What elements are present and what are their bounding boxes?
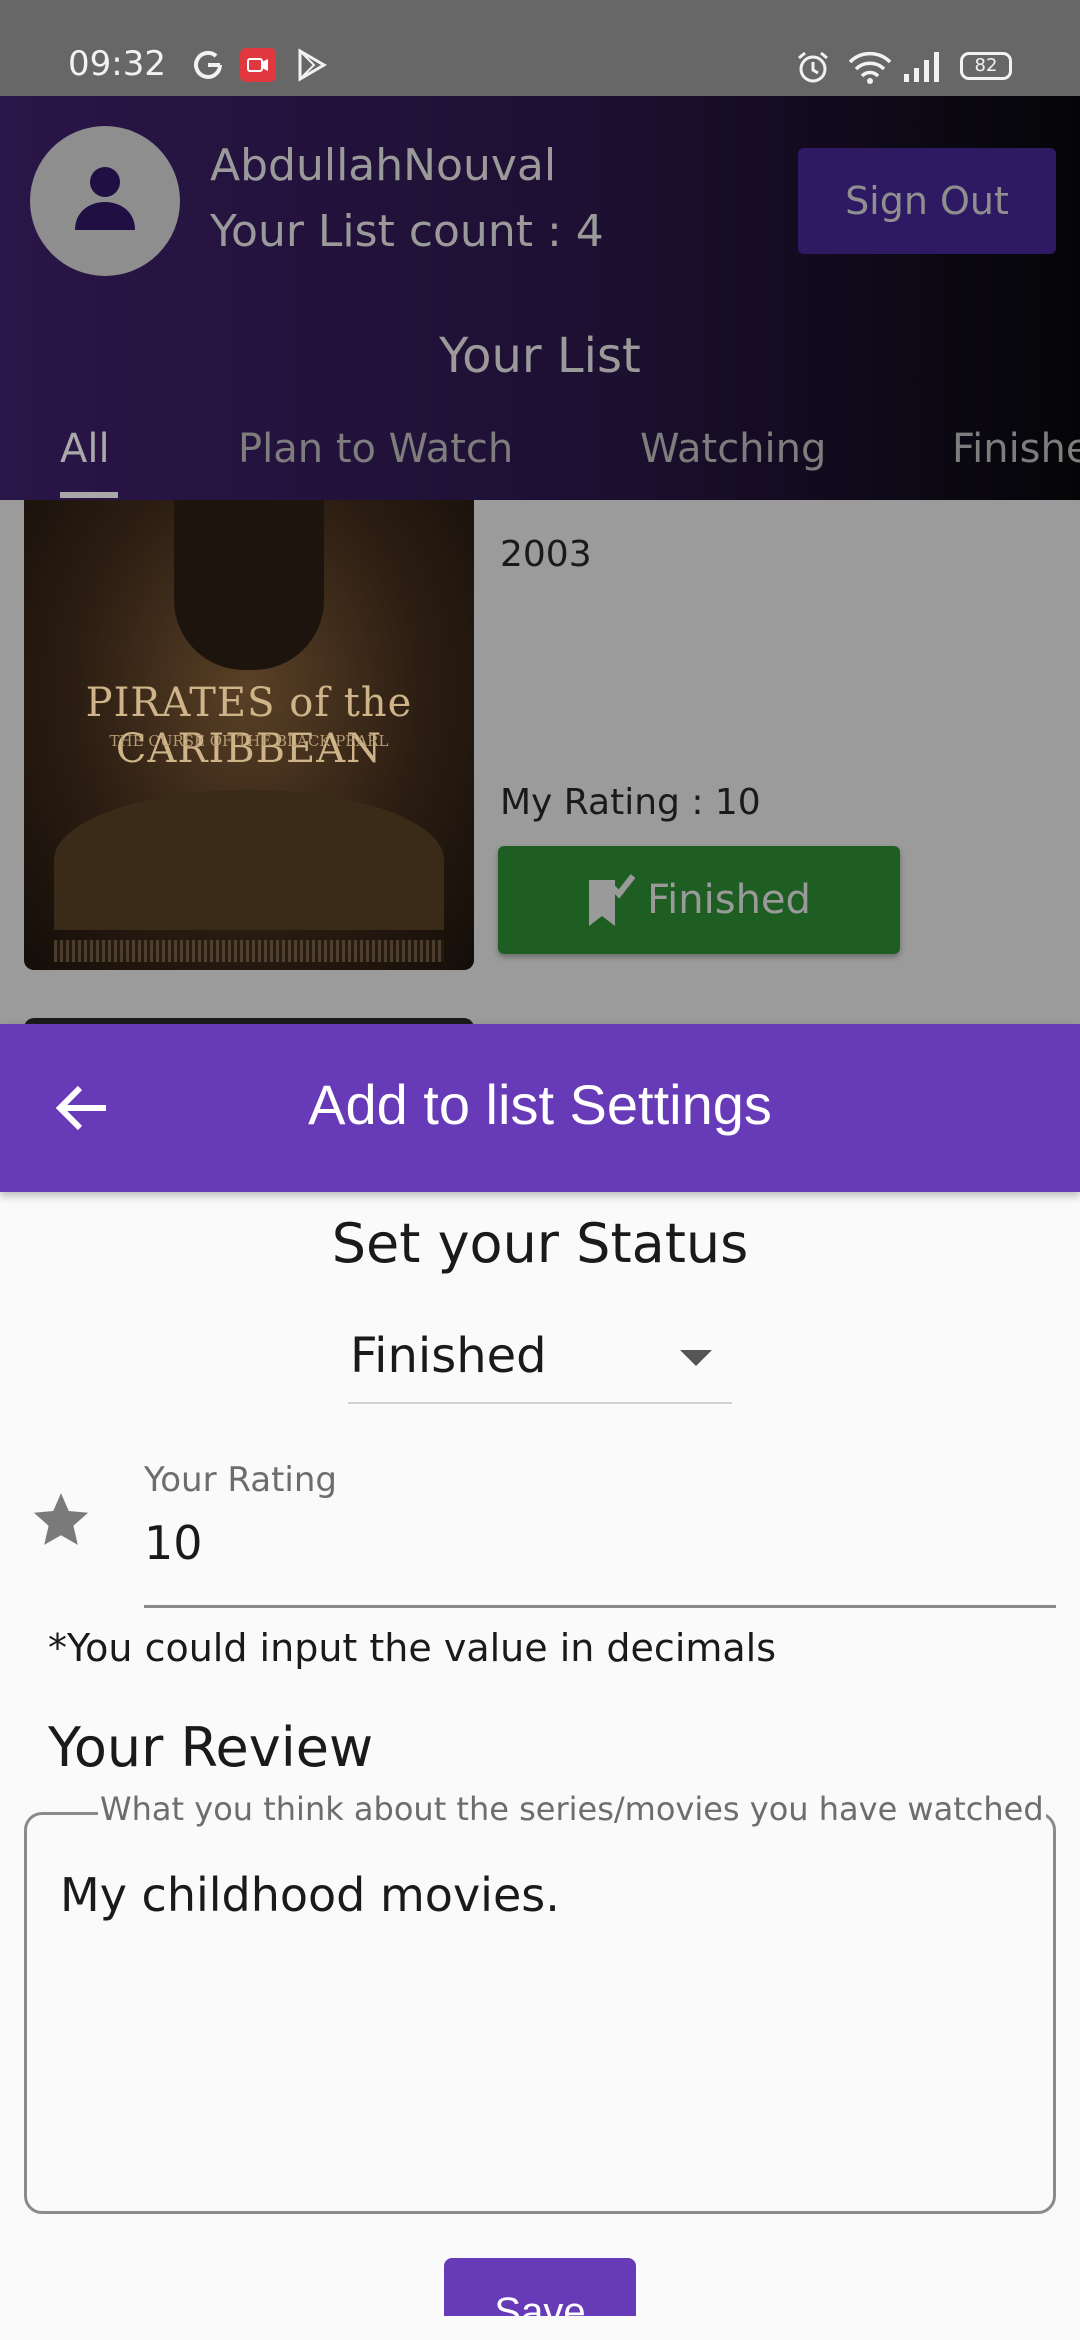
- bottom-edge: [0, 2316, 1080, 2340]
- review-field-label: What you think about the series/movies y…: [98, 1790, 1046, 1828]
- movie-poster[interactable]: PIRATES of the CARIBBEAN THE CURSE OF TH…: [24, 500, 474, 970]
- star-icon: [33, 1493, 89, 1545]
- status-label: Set your Status: [331, 1212, 749, 1275]
- battery-indicator: 82: [960, 52, 1012, 80]
- google-icon: [194, 50, 222, 79]
- status-button-label: Finished: [647, 877, 811, 923]
- review-text: My childhood movies.: [60, 1868, 560, 1922]
- poster-title: PIRATES of the CARIBBEAN: [85, 680, 413, 772]
- rating-value: 10: [144, 1516, 203, 1570]
- alarm-icon: [798, 51, 828, 83]
- movie-year: 2003: [500, 534, 592, 575]
- rating-label: Your Rating: [144, 1460, 338, 1500]
- signal-icon: [904, 52, 939, 82]
- tab-plan-to-watch[interactable]: Plan to Watch: [238, 426, 513, 472]
- wifi-icon: [848, 51, 892, 84]
- tab-finished[interactable]: Finished: [952, 426, 1080, 472]
- status-button[interactable]: Finished: [498, 846, 900, 954]
- play-store-icon: [298, 48, 327, 82]
- poster-credits: [54, 940, 444, 962]
- status-dropdown[interactable]: Finished: [348, 1320, 732, 1404]
- avatar[interactable]: [30, 126, 180, 276]
- status-bar: 09:32 82: [0, 0, 1080, 96]
- poster-subtitle: THE CURSE OF THE BLACK PEARL: [109, 732, 389, 750]
- page-title: Your List: [439, 328, 641, 384]
- user-name: AbdullahNouval: [210, 140, 557, 191]
- my-rating: My Rating : 10: [500, 782, 761, 823]
- poster-scene: [54, 790, 444, 930]
- tab-indicator: [60, 492, 118, 498]
- tab-watching[interactable]: Watching: [640, 426, 826, 472]
- app-header: AbdullahNouval Your List count : 4 Sign …: [0, 96, 1080, 500]
- status-dropdown-value: Finished: [350, 1328, 547, 1384]
- bookmark-check-icon: [589, 874, 636, 926]
- list-area: PIRATES of the CARIBBEAN THE CURSE OF TH…: [0, 500, 1080, 1024]
- screen-record-icon: [240, 48, 276, 82]
- rating-hint: *You could input the value in decimals: [48, 1626, 777, 1670]
- rating-input[interactable]: Your Rating 10: [144, 1456, 1056, 1608]
- poster-figure: [174, 500, 324, 670]
- list-count: Your List count : 4: [210, 206, 604, 257]
- tab-all[interactable]: All: [60, 426, 110, 472]
- review-title: Your Review: [48, 1716, 374, 1779]
- tab-bar: All Plan to Watch Watching Finished: [0, 426, 1080, 500]
- sign-out-button[interactable]: Sign Out: [798, 148, 1056, 254]
- sheet-header: Add to list Settings: [0, 1024, 1080, 1192]
- sheet-title: Add to list Settings: [308, 1073, 772, 1136]
- status-time: 09:32: [68, 44, 166, 84]
- chevron-down-icon: [680, 1350, 712, 1366]
- person-icon: [75, 167, 135, 230]
